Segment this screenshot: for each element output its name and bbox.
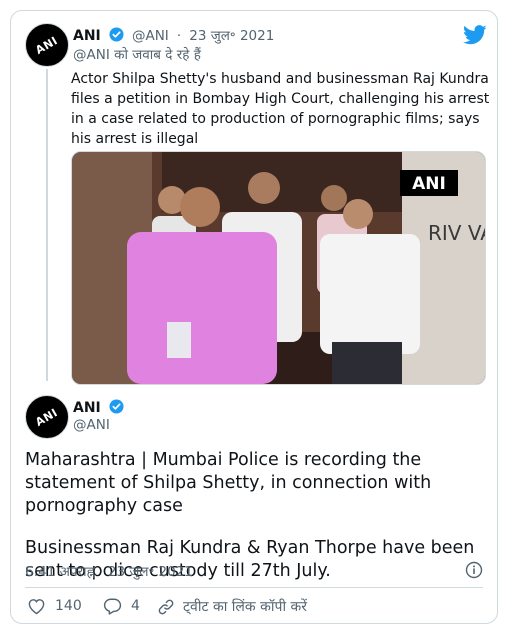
twitter-bird-icon[interactable] bbox=[463, 25, 487, 45]
media-wall-text: RIV VAN bbox=[428, 221, 485, 245]
main-author-handle[interactable]: @ANI bbox=[73, 417, 110, 433]
avatar-logo-text: ANI bbox=[33, 33, 61, 57]
reply-count: 4 bbox=[131, 598, 140, 614]
info-icon[interactable] bbox=[465, 561, 483, 579]
quoted-tweet-header: ANI @ANI · 23 जुल॰ 2021 bbox=[73, 25, 274, 44]
media-illustration: ANI RIV VAN bbox=[72, 152, 485, 384]
author-name[interactable]: ANI bbox=[73, 28, 101, 44]
media-watermark: ANI bbox=[412, 174, 446, 194]
verified-badge-icon bbox=[109, 27, 124, 42]
like-count: 140 bbox=[55, 598, 82, 614]
main-avatar[interactable]: ANI bbox=[25, 395, 69, 439]
copy-link-button[interactable]: ट्वीट का लिंक कॉपी करें bbox=[157, 597, 307, 616]
tweet-date[interactable]: 23 जुल॰ 2021 bbox=[189, 28, 274, 44]
quoted-tweet-text: Actor Shilpa Shetty's husband and busine… bbox=[71, 71, 490, 147]
main-tweet-header: ANI bbox=[73, 397, 124, 416]
main-tweet-paragraph-1: Maharashtra | Mumbai Police is recording… bbox=[25, 450, 432, 516]
avatar[interactable]: ANI bbox=[25, 23, 69, 67]
link-icon bbox=[158, 599, 174, 614]
divider bbox=[25, 587, 483, 588]
reply-icon bbox=[103, 598, 122, 615]
thread-line bbox=[46, 69, 48, 381]
tweet-timestamp[interactable]: 6:41 अपराह्न · 23 जुल॰ 2021 bbox=[25, 562, 193, 580]
main-author-name[interactable]: ANI bbox=[73, 400, 101, 416]
like-button[interactable]: 140 bbox=[27, 597, 82, 615]
copy-link-label: ट्वीट का लिंक कॉपी करें bbox=[183, 599, 308, 615]
reply-button[interactable]: 4 bbox=[103, 597, 140, 615]
author-handle[interactable]: @ANI bbox=[132, 28, 169, 44]
heart-icon bbox=[28, 599, 45, 615]
tweet-media-image[interactable]: ANI RIV VAN bbox=[71, 151, 486, 385]
reply-context[interactable]: @ANI को जवाब दे रहे हैं bbox=[73, 45, 201, 63]
separator-dot: · bbox=[176, 28, 182, 44]
main-avatar-logo-text: ANI bbox=[33, 405, 61, 429]
tweet-embed-card: ANI ANI @ANI · 23 जुल॰ 2021 @ANI को जवाब… bbox=[10, 10, 498, 624]
verified-badge-icon bbox=[109, 399, 124, 414]
